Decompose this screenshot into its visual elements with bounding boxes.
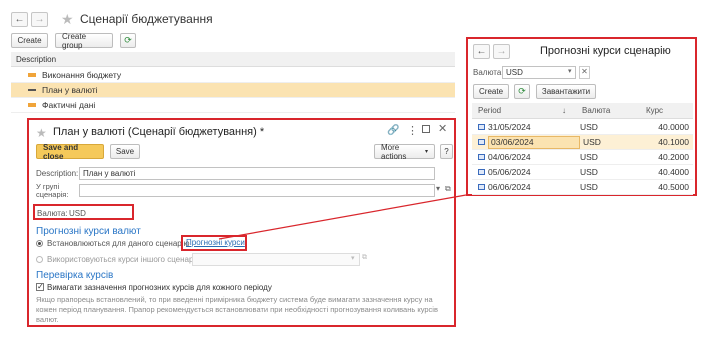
table-row[interactable]: 06/06/2024 USD 40.5000 (472, 180, 693, 195)
record-icon (478, 124, 485, 130)
table-row[interactable]: 05/06/2024 USD 40.4000 (472, 165, 693, 180)
arrow-right-icon: → (496, 46, 507, 57)
column-currency[interactable]: Валюта (580, 106, 642, 115)
refresh-button[interactable]: ⟳ (514, 84, 530, 99)
dropdown-icon[interactable]: ▾ (568, 67, 572, 75)
column-rate[interactable]: Курс (642, 106, 663, 115)
rates-window: ← → Прогнозні курси сценарію Валюта: USD… (466, 37, 697, 196)
rates-title: Прогнозні курси сценарію (540, 45, 671, 57)
record-icon (478, 154, 485, 160)
column-period[interactable]: Period (472, 106, 562, 115)
forward-button[interactable]: → (493, 44, 510, 59)
back-button[interactable]: ← (473, 44, 490, 59)
record-icon (478, 184, 485, 190)
rates-table-header: Period ↓ Валюта Курс (472, 103, 693, 119)
clear-icon[interactable]: ✕ (579, 66, 590, 79)
rates-table-body: 31/05/2024 USD 40.0000 03/06/2024 USD 40.100… (472, 120, 693, 195)
record-icon (478, 169, 485, 175)
arrow-left-icon: ← (476, 46, 487, 57)
table-row[interactable]: 04/06/2024 USD 40.2000 (472, 150, 693, 165)
load-button[interactable]: Завантажити (536, 84, 596, 99)
sort-down-icon[interactable]: ↓ (562, 106, 580, 115)
rates-currency-label: Валюта: (473, 68, 504, 77)
table-row[interactable]: 31/05/2024 USD 40.0000 (472, 120, 693, 135)
refresh-icon: ⟳ (518, 86, 526, 96)
rates-currency-field[interactable]: USD (502, 66, 576, 79)
rates-create-button[interactable]: Create (473, 84, 509, 99)
table-row[interactable]: 03/06/2024 USD 40.1000 (472, 135, 693, 150)
record-icon (478, 139, 485, 145)
